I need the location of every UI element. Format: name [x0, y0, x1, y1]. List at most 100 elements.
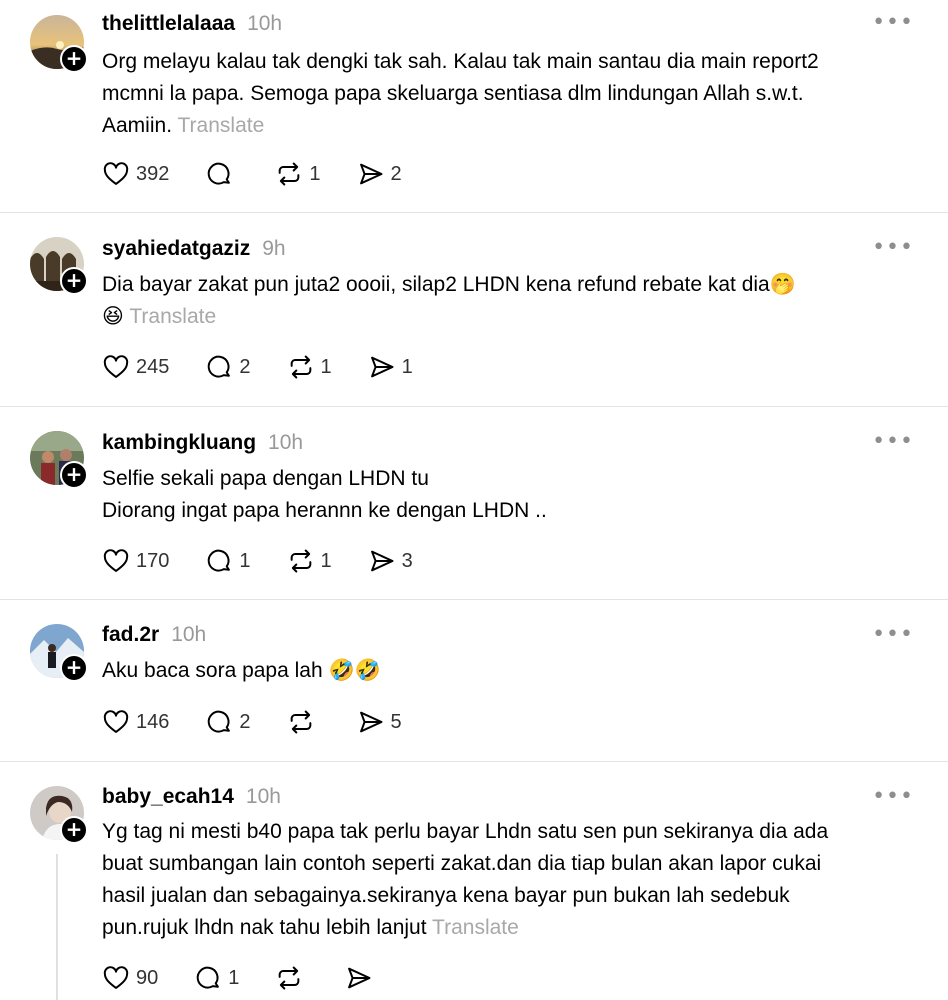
more-options-icon[interactable]: ••• — [872, 783, 914, 811]
avatar[interactable]: + — [30, 237, 88, 295]
translate-link[interactable]: Translate — [129, 305, 216, 328]
avatar[interactable]: + — [30, 15, 88, 73]
timestamp: 10h — [268, 431, 304, 454]
share-button[interactable] — [345, 964, 379, 992]
repost-icon — [279, 966, 300, 990]
follow-plus-icon[interactable]: + — [60, 45, 88, 73]
comment-bubble-icon — [208, 549, 231, 572]
like-button[interactable]: 90 — [102, 964, 158, 992]
send-icon — [348, 967, 371, 989]
timestamp: 10h — [247, 12, 283, 35]
username[interactable]: baby_ecah14 — [102, 783, 234, 811]
translate-link[interactable]: Translate — [432, 916, 519, 939]
avatar[interactable]: + — [30, 786, 88, 844]
more-options-icon[interactable]: ••• — [872, 234, 914, 262]
repost-count: 1 — [309, 162, 321, 185]
action-bar: 245 2 1 1 — [102, 353, 449, 381]
username[interactable]: thelittlelalaaa — [102, 10, 235, 38]
action-bar: 90 1 — [102, 964, 415, 992]
comment-bubble-icon — [196, 966, 220, 989]
like-button[interactable]: 392 — [102, 160, 169, 188]
username[interactable]: kambingkluang — [102, 429, 256, 457]
threads-feed: + thelittlelalaaa 10h ••• Org melayu kal… — [0, 0, 948, 1000]
like-button[interactable]: 170 — [102, 547, 169, 575]
username[interactable]: fad.2r — [102, 621, 159, 649]
send-icon — [370, 550, 394, 572]
repost-button[interactable]: 1 — [287, 353, 332, 381]
reply-count: 2 — [239, 355, 251, 378]
share-button[interactable]: 5 — [357, 708, 402, 736]
post-text: Org melayu kalau tak dengki tak sah. Kal… — [102, 50, 819, 137]
comment-bubble-icon — [208, 710, 231, 733]
timestamp: 10h — [245, 785, 281, 808]
send-icon — [370, 356, 394, 378]
repost-icon — [290, 355, 311, 379]
more-options-icon[interactable]: ••• — [872, 9, 914, 37]
share-count: 2 — [390, 162, 402, 185]
translate-link[interactable]: Translate — [178, 114, 265, 137]
avatar[interactable]: + — [30, 624, 88, 682]
reply-count: 1 — [239, 549, 251, 572]
follow-plus-icon[interactable]: + — [60, 654, 88, 682]
reply-button[interactable]: 1 — [205, 547, 251, 575]
follow-plus-icon[interactable]: + — [60, 461, 88, 489]
repost-button[interactable] — [287, 708, 321, 736]
reply-button[interactable]: 2 — [205, 708, 251, 736]
reply-count: 1 — [228, 966, 240, 989]
heart-icon — [103, 162, 129, 185]
share-count: 1 — [401, 355, 413, 378]
username[interactable]: syahiedatgaziz — [102, 235, 250, 263]
post-text: Dia bayar zakat pun juta2 oooii, silap2 … — [102, 273, 796, 328]
reply-count: 2 — [239, 710, 251, 733]
follow-plus-icon[interactable]: + — [60, 267, 88, 295]
send-icon — [359, 711, 382, 733]
like-button[interactable]: 146 — [102, 708, 169, 736]
like-count: 392 — [136, 162, 170, 185]
timestamp: 10h — [171, 623, 207, 646]
repost-button[interactable] — [275, 964, 309, 992]
share-button[interactable]: 3 — [368, 547, 413, 575]
share-count: 3 — [401, 549, 413, 572]
share-button[interactable]: 2 — [357, 160, 402, 188]
like-count: 146 — [136, 710, 170, 733]
post[interactable]: + fad.2r 10h ••• Aku baca sora papa lah … — [0, 600, 948, 762]
reply-button[interactable]: 2 — [205, 353, 251, 381]
repost-count: 1 — [320, 549, 332, 572]
more-options-icon[interactable]: ••• — [872, 621, 914, 649]
post[interactable]: + kambingkluang 10h ••• Selfie sekali pa… — [0, 407, 948, 600]
reply-button[interactable]: 1 — [194, 964, 239, 992]
send-icon — [359, 163, 382, 185]
post-text: Aku baca sora papa lah 🤣🤣 — [102, 659, 381, 682]
action-bar: 146 2 5 — [102, 708, 438, 736]
comment-bubble-icon — [208, 355, 231, 378]
heart-icon — [103, 355, 129, 378]
repost-icon — [279, 162, 300, 186]
repost-button[interactable]: 1 — [287, 547, 332, 575]
post-text: Selfie sekali papa dengan LHDN tu Dioran… — [102, 467, 547, 522]
repost-icon — [290, 710, 311, 734]
comment-bubble-icon — [208, 162, 231, 185]
reply-button[interactable] — [205, 160, 239, 188]
action-bar: 392 1 2 — [102, 160, 438, 188]
repost-button[interactable]: 1 — [275, 160, 321, 188]
more-options-icon[interactable]: ••• — [872, 428, 914, 456]
like-count: 170 — [136, 549, 170, 572]
thread-line — [56, 854, 58, 1000]
repost-count: 1 — [320, 355, 332, 378]
heart-icon — [103, 966, 129, 989]
share-count: 5 — [390, 710, 402, 733]
like-count: 90 — [136, 966, 159, 989]
timestamp: 9h — [262, 237, 286, 260]
post[interactable]: + thelittlelalaaa 10h ••• Org melayu kal… — [0, 0, 948, 213]
repost-icon — [290, 549, 311, 573]
share-button[interactable]: 1 — [368, 353, 413, 381]
post-text: Yg tag ni mesti b40 papa tak perlu bayar… — [102, 820, 829, 939]
action-bar: 170 1 1 3 — [102, 547, 449, 575]
post[interactable]: + syahiedatgaziz 9h ••• Dia bayar zakat … — [0, 213, 948, 407]
heart-icon — [103, 549, 129, 572]
post[interactable]: + baby_ecah14 10h ••• Yg tag ni mesti b4… — [0, 762, 948, 1000]
like-button[interactable]: 245 — [102, 353, 169, 381]
follow-plus-icon[interactable]: + — [60, 816, 88, 844]
heart-icon — [103, 710, 129, 733]
avatar[interactable]: + — [30, 431, 88, 489]
